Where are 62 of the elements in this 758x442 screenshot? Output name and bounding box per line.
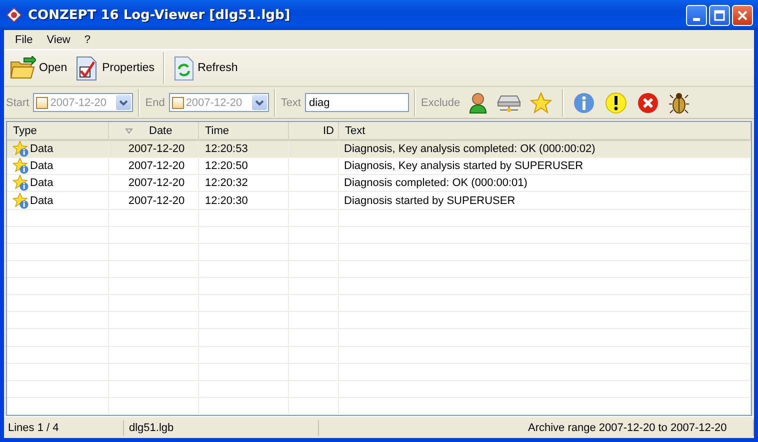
status-text: Archive range 2007-12-20 to 2007-12-20 xyxy=(528,422,727,434)
star-info-icon xyxy=(13,175,29,192)
menu-item[interactable]: View xyxy=(40,34,78,46)
start-label: Start xyxy=(6,96,30,108)
caret-icon xyxy=(119,100,128,106)
table-cell: 2007-12-20 xyxy=(128,194,185,206)
info-icon[interactable] xyxy=(573,92,596,114)
dropdown-button[interactable] xyxy=(116,95,132,110)
status-text: Lines 1 / 4 xyxy=(8,422,59,434)
text-filter-field[interactable]: diag xyxy=(305,93,409,112)
end-label: End xyxy=(145,96,165,108)
column-header[interactable]: Type xyxy=(7,122,109,140)
checklist-icon xyxy=(75,55,100,81)
window-title: CONZEPT 16 Log-Viewer [dlg51.lgb] xyxy=(28,8,292,22)
maximize-button[interactable] xyxy=(709,4,730,26)
minimize-icon xyxy=(693,18,700,20)
refresh-icon xyxy=(172,55,195,81)
user-icon[interactable] xyxy=(468,92,488,114)
column-header[interactable]: ID xyxy=(289,122,339,140)
star-info-icon xyxy=(13,141,29,158)
caret-icon xyxy=(254,100,264,106)
server-icon[interactable] xyxy=(497,92,522,112)
toolbar-button[interactable]: Properties xyxy=(71,53,159,83)
minimize-button[interactable] xyxy=(686,4,707,26)
close-button[interactable] xyxy=(732,4,753,26)
table-cell: Data xyxy=(30,143,54,156)
table-cell: Diagnosis, Key analysis completed: OK (000:00:02) xyxy=(344,143,596,156)
close-icon xyxy=(737,10,748,20)
exclude-label: Exclude xyxy=(421,96,460,108)
warning-icon[interactable] xyxy=(605,92,628,114)
menu-item[interactable]: File xyxy=(8,34,40,46)
table-cell: 12:20:32 xyxy=(205,177,248,190)
table-cell: 12:20:30 xyxy=(205,194,248,206)
text-label: Text xyxy=(280,96,301,108)
dropdown-button[interactable] xyxy=(252,95,267,110)
table-cell: 2007-12-20 xyxy=(128,160,185,172)
sort-icon xyxy=(125,128,133,134)
table-cell: Data xyxy=(30,177,54,190)
column-header[interactable]: Date xyxy=(109,122,199,140)
table-cell: Data xyxy=(30,160,54,172)
star-info-icon xyxy=(13,192,29,208)
folder-icon xyxy=(10,56,36,80)
star-info-icon xyxy=(13,158,29,174)
table-cell: 12:20:53 xyxy=(205,143,248,156)
status-text: dlg51.lgb xyxy=(129,422,174,434)
toolbar-button[interactable]: Refresh xyxy=(168,53,242,83)
table-cell: Diagnosis completed: OK (000:00:01) xyxy=(344,177,528,190)
table-cell: 2007-12-20 xyxy=(128,177,185,190)
menu-item[interactable]: ? xyxy=(77,34,98,46)
table-cell: 12:20:50 xyxy=(205,160,248,172)
column-header[interactable]: Text xyxy=(339,122,751,140)
bug-icon[interactable] xyxy=(669,92,690,114)
table-cell: 2007-12-20 xyxy=(128,143,185,156)
toolbar-button[interactable]: Open xyxy=(6,53,72,83)
app-icon xyxy=(6,7,22,23)
table-cell: Diagnosis started by SUPERUSER xyxy=(344,194,516,206)
table-cell: Diagnosis, Key analysis started by SUPERUSER xyxy=(344,160,584,172)
table-cell: Data xyxy=(30,194,54,206)
maximize-icon xyxy=(714,10,725,20)
column-header[interactable]: Time xyxy=(199,122,289,140)
star-icon[interactable] xyxy=(530,92,552,114)
error-icon[interactable] xyxy=(637,92,660,114)
